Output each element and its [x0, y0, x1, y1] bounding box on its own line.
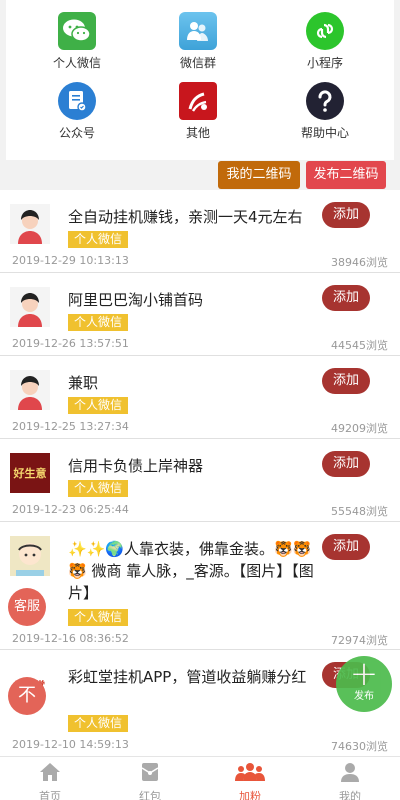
item-tag: 个人微信 — [68, 397, 129, 414]
item-views: 72974浏览 — [331, 634, 388, 647]
item-title: 兼职 — [68, 374, 99, 392]
avatar — [10, 536, 50, 576]
category-grid: 个人微信 微信群 小程序 公众号 其他 帮助中心 — [6, 0, 394, 160]
avatar — [10, 370, 50, 410]
category-label: 个人微信 — [52, 56, 101, 70]
avatar-text: 好生意 — [13, 467, 47, 480]
avatar — [10, 287, 50, 327]
wechat-icon — [58, 12, 96, 50]
back-to-top-button[interactable]: 不 — [8, 677, 46, 715]
item-views: 49209浏览 — [331, 422, 388, 435]
item-views: 44545浏览 — [331, 339, 388, 352]
avatar — [10, 204, 50, 244]
tab-red-packet[interactable]: 红包 — [100, 757, 200, 800]
category-label: 微信群 — [179, 56, 216, 70]
customer-service-button[interactable]: 客服 — [8, 588, 46, 626]
wechat-group-icon — [179, 12, 217, 50]
item-tag: 个人微信 — [68, 314, 129, 331]
item-tag: 个人微信 — [68, 480, 129, 497]
add-button[interactable]: 添加 — [322, 534, 370, 560]
tab-home[interactable]: 首页 — [0, 757, 100, 800]
mini-program-icon — [306, 12, 344, 50]
bottom-tab-bar: 首页 红包 加粉 我的 — [0, 756, 400, 800]
category-mini-program[interactable]: 小程序 — [275, 12, 375, 70]
category-label: 其他 — [185, 126, 210, 140]
official-account-icon — [58, 82, 96, 120]
item-title: ✨✨🌍人靠衣装，佛靠金装。🐯🐯🐯 微商 靠人脉，_客源。【图片】【图片】 — [68, 540, 314, 602]
tab-add-fans[interactable]: 加粉 — [200, 757, 300, 800]
avatar: 好生意 — [10, 453, 50, 493]
list-item[interactable]: 阿里巴巴淘小铺首码 个人微信 添加 2019-12-26 13:57:51 44… — [0, 273, 400, 356]
item-date: 2019-12-25 13:27:34 — [12, 420, 129, 433]
list-item[interactable]: 兼职 个人微信 添加 2019-12-25 13:27:34 49209浏览 — [0, 356, 400, 439]
item-date: 2019-12-26 13:57:51 — [12, 337, 129, 350]
list-item[interactable]: 好生意 信用卡负债上岸神器 个人微信 添加 2019-12-23 06:25:4… — [0, 439, 400, 522]
add-button[interactable]: 添加 — [322, 368, 370, 394]
home-icon — [40, 763, 60, 781]
add-fans-icon — [235, 763, 265, 781]
item-title: 彩虹堂挂机APP，管道收益躺赚分红 — [68, 668, 307, 686]
item-tag: 个人微信 — [68, 609, 129, 626]
category-other[interactable]: 其他 — [148, 82, 248, 140]
help-icon — [306, 82, 344, 120]
item-views: 55548浏览 — [331, 505, 388, 518]
item-title: 全自动挂机赚钱，亲测一天4元左右 — [68, 208, 303, 226]
category-label: 公众号 — [58, 126, 95, 140]
add-button[interactable]: 添加 — [322, 451, 370, 477]
publish-qrcode-button[interactable]: 发布二维码 — [306, 161, 386, 189]
category-official-account[interactable]: 公众号 — [27, 82, 127, 140]
category-label: 帮助中心 — [300, 126, 349, 140]
category-label: 小程序 — [306, 56, 343, 70]
tab-label: 首页 — [39, 790, 61, 800]
item-date: 2019-12-16 08:36:52 — [12, 632, 129, 645]
tab-profile[interactable]: 我的 — [300, 757, 400, 800]
item-tag: 个人微信 — [68, 231, 129, 248]
red-packet-icon — [141, 763, 159, 781]
add-button[interactable]: 添加 — [322, 285, 370, 311]
item-tag: 个人微信 — [68, 715, 129, 732]
category-personal-wechat[interactable]: 个人微信 — [27, 12, 127, 70]
tab-label: 红包 — [139, 790, 161, 800]
plus-icon: + — [349, 654, 379, 694]
tab-label: 我的 — [339, 790, 361, 800]
publish-fab[interactable]: + 发布 — [336, 656, 392, 712]
list-item[interactable]: ✨✨🌍人靠衣装，佛靠金装。🐯🐯🐯 微商 靠人脉，_客源。【图片】【图片】 个人微… — [0, 522, 400, 650]
item-date: 2019-12-23 06:25:44 — [12, 503, 129, 516]
category-help-center[interactable]: 帮助中心 — [275, 82, 375, 140]
list-item[interactable]: 全自动挂机赚钱，亲测一天4元左右 个人微信 添加 2019-12-29 10:1… — [0, 190, 400, 273]
item-title: 信用卡负债上岸神器 — [68, 457, 204, 475]
my-qrcode-button[interactable]: 我的二维码 — [218, 161, 300, 189]
item-views: 74630浏览 — [331, 740, 388, 753]
tab-label: 加粉 — [239, 790, 261, 800]
item-date: 2019-12-29 10:13:13 — [12, 254, 129, 267]
profile-icon — [341, 763, 359, 782]
item-views: 38946浏览 — [331, 256, 388, 269]
add-button[interactable]: 添加 — [322, 202, 370, 228]
item-date: 2019-12-10 14:59:13 — [12, 738, 129, 751]
item-title: 阿里巴巴淘小铺首码 — [68, 291, 204, 309]
other-icon — [179, 82, 217, 120]
category-wechat-group[interactable]: 微信群 — [148, 12, 248, 70]
publish-fab-label: 发布 — [354, 691, 374, 702]
